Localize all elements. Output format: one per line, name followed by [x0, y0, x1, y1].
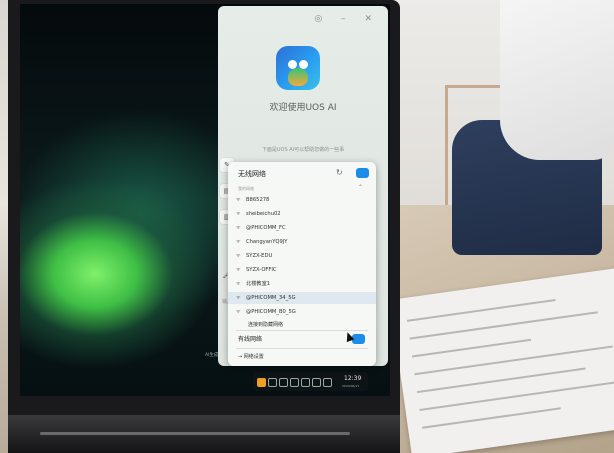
wifi-signal-icon: ᯤ	[236, 239, 241, 245]
wifi-signal-icon: ᯤ	[236, 253, 241, 259]
wifi-item[interactable]: ᯤ ChangyanYQ9JY	[228, 236, 376, 248]
paper-document	[390, 267, 614, 453]
uos-ai-logo-icon	[276, 46, 320, 90]
laptop-base-edge	[40, 432, 350, 435]
wifi-item[interactable]: ᯤ SYZX-EDU	[228, 250, 376, 262]
wifi-item[interactable]: ᯤ @PHICOMM_34_5G	[228, 292, 376, 304]
refresh-icon[interactable]: ↻	[336, 168, 343, 177]
wifi-ssid: @PHICOMM_FC	[246, 225, 286, 231]
wifi-signal-icon: ᯤ	[236, 309, 241, 315]
wired-title: 有线网络	[238, 336, 263, 343]
wifi-ssid: SYZX-OFFIC	[246, 267, 277, 273]
paper-line	[411, 338, 532, 358]
wifi-ssid: B865278	[246, 197, 270, 203]
volume-tray-icon[interactable]	[301, 378, 310, 387]
wifi-ssid: ChangyanYQ9JY	[246, 239, 288, 245]
window-controls[interactable]: ◎ – ✕	[314, 14, 380, 24]
divider	[236, 348, 368, 349]
wifi-signal-icon: ᯤ	[236, 267, 241, 273]
power-tray-icon[interactable]	[323, 378, 332, 387]
battery-tray-icon[interactable]	[312, 378, 321, 387]
wifi-item[interactable]: ᯤ B865278	[228, 194, 376, 206]
wifi-signal-icon: ᯤ	[236, 211, 241, 217]
wifi-item[interactable]: ᯤ @PHICOMM_B0_5G	[228, 306, 376, 318]
wifi-ssid: sheibeichu02	[246, 211, 281, 217]
logo-body-icon	[288, 68, 308, 86]
taskbar-clock[interactable]: 12:39	[344, 375, 361, 382]
network-section-label: 我的网络	[238, 186, 254, 191]
taskbar[interactable]: 12:39 2024/06/17	[253, 372, 368, 391]
wireless-title: 无线网络	[238, 170, 266, 178]
chevron-up-icon[interactable]: ⌃	[358, 184, 363, 191]
wifi-ssid: 北楼教室1	[246, 281, 271, 287]
wifi-signal-icon: ᯤ	[236, 281, 241, 287]
wifi-tray-icon[interactable]	[290, 378, 299, 387]
connect-hidden-network[interactable]: 连接到隐藏网络	[248, 321, 283, 328]
wifi-ssid: @PHICOMM_B0_5G	[246, 309, 296, 315]
taskbar-date: 2024/06/17	[342, 384, 360, 388]
taskbar-app-icon[interactable]	[257, 378, 266, 387]
assistant-subtitle: 下面是UOS AI可以帮助您做的一些事	[261, 147, 345, 153]
paper-line	[421, 407, 561, 429]
wifi-item[interactable]: ᯤ SYZX-OFFIC	[228, 264, 376, 276]
wifi-ssid: SYZX-EDU	[246, 253, 273, 259]
welcome-title: 欢迎使用UOS AI	[269, 103, 337, 113]
ai-generated-hint: AI生成	[205, 353, 219, 358]
paper-line	[406, 298, 556, 322]
taskbar-tray-icon[interactable]	[279, 378, 288, 387]
person-shirt	[500, 0, 614, 160]
wifi-ssid: @PHICOMM_34_5G	[246, 295, 296, 301]
photo-frame: ◎ – ✕ 欢迎使用UOS AI 下面是UOS AI可以帮助您做的一些事 ✎ ▤…	[0, 0, 614, 453]
network-settings-link[interactable]: → 网络设置	[238, 353, 264, 360]
network-popup[interactable]: 无线网络 ↻ 我的网络 ⌃ ᯤ B865278 ᯤ sheibeichu02 ᯤ @P…	[228, 162, 376, 366]
taskbar-tray-icon[interactable]	[268, 378, 277, 387]
wifi-signal-icon: ᯤ	[236, 197, 241, 203]
wifi-item[interactable]: ᯤ sheibeichu02	[228, 208, 376, 220]
wifi-signal-icon: ᯤ	[236, 225, 241, 231]
wifi-item[interactable]: ᯤ 北楼教室1	[228, 278, 376, 290]
wireless-toggle[interactable]	[356, 168, 369, 178]
wifi-item[interactable]: ᯤ @PHICOMM_FC	[228, 222, 376, 234]
wifi-signal-icon: ᯤ	[236, 295, 241, 301]
